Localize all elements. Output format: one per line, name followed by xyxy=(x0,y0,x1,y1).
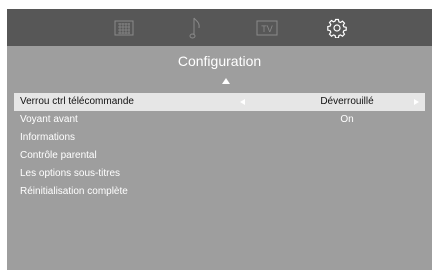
menu-item-label: Les options sous-titres xyxy=(20,168,121,179)
menu-item-label: Voyant avant xyxy=(20,114,78,125)
menu-item-front-led[interactable]: Voyant avant On xyxy=(7,111,432,129)
tab-tv[interactable]: TV xyxy=(247,9,287,46)
menu-item-value: On xyxy=(340,114,354,125)
tv-icon: TV xyxy=(256,20,278,35)
tab-picture[interactable] xyxy=(104,9,144,46)
menu-item-subtitle-options[interactable]: Les options sous-titres xyxy=(7,165,432,183)
menu-item-value: Déverrouillé xyxy=(320,96,374,107)
settings-gear-icon xyxy=(327,18,347,38)
menu-item-label: Contrôle parental xyxy=(20,150,97,161)
menu-item-factory-reset[interactable]: Réinitialisation complète xyxy=(7,183,432,201)
tab-music[interactable] xyxy=(176,9,216,46)
menu-item-parental-control[interactable]: Contrôle parental xyxy=(7,147,432,165)
menu-item-label: Réinitialisation complète xyxy=(20,186,128,197)
menu-item-label: Verrou ctrl télécommande xyxy=(20,96,134,107)
music-note-icon xyxy=(189,17,200,38)
page-title: Configuration xyxy=(177,53,262,69)
picture-grid-icon xyxy=(114,20,134,35)
menu-item-information[interactable]: Informations xyxy=(7,129,432,147)
scroll-up-icon[interactable] xyxy=(222,78,230,84)
menu-item-label: Informations xyxy=(20,132,76,143)
top-tab-bar: TV xyxy=(7,9,432,46)
settings-menu: Verrou ctrl télécommande Déverrouillé Vo… xyxy=(7,93,432,201)
menu-item-remote-lock[interactable]: Verrou ctrl télécommande Déverrouillé xyxy=(14,93,425,111)
value-prev-arrow-icon[interactable] xyxy=(240,99,245,105)
value-next-arrow-icon[interactable] xyxy=(414,99,419,105)
tv-settings-screen: TV Configuration Verrou ctrl télécommand… xyxy=(7,9,432,270)
tv-icon-label: TV xyxy=(261,24,273,34)
tab-settings[interactable] xyxy=(317,9,357,46)
